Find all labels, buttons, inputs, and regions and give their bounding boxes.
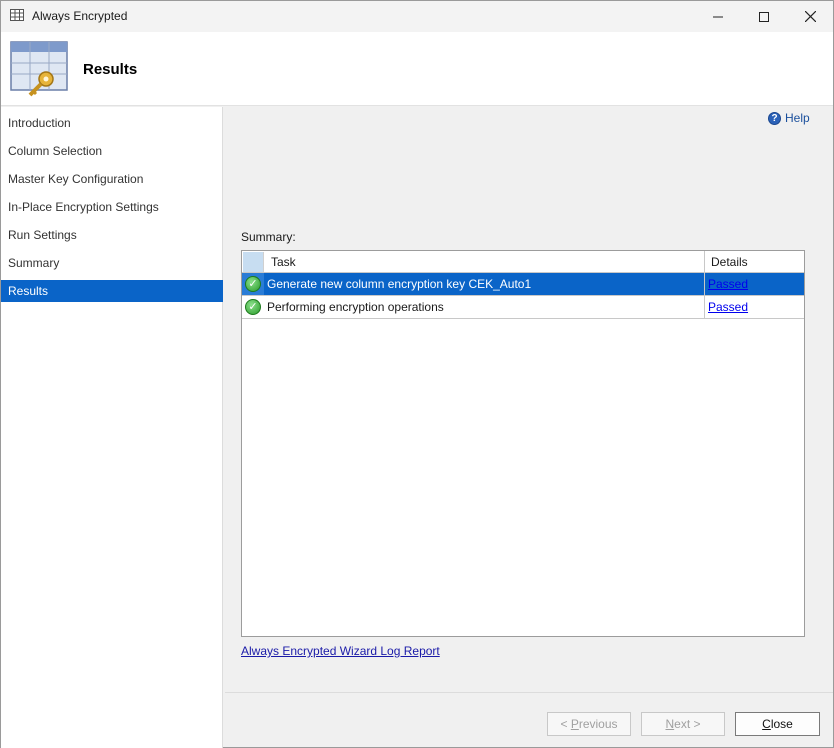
previous-button-accel: P — [570, 717, 579, 731]
nav-item-results[interactable]: Results — [1, 280, 223, 302]
next-button-label: ext > — [674, 717, 701, 731]
details-link[interactable]: Passed — [708, 300, 748, 314]
table-row[interactable]: ✓ Performing encryption operations Passe… — [242, 296, 804, 319]
nav-item-master-key-configuration[interactable]: Master Key Configuration — [1, 168, 223, 190]
page-title: Results — [83, 61, 138, 78]
results-grid[interactable]: Task Details ✓ Generate new column encry… — [241, 250, 805, 637]
content-panel: ? Help Summary: Task Details ✓ Generate … — [225, 107, 833, 692]
check-circle-icon: ✓ — [245, 276, 261, 292]
nav-item-run-settings[interactable]: Run Settings — [1, 224, 223, 246]
next-button-accel: N — [665, 717, 675, 731]
details-link[interactable]: Passed — [708, 277, 748, 291]
task-cell: Generate new column encryption key CEK_A… — [267, 277, 532, 291]
status-cell: ✓ — [242, 273, 264, 295]
close-button-label: lose — [770, 717, 793, 731]
help-label: Help — [785, 111, 810, 125]
column-divider[interactable] — [704, 251, 705, 273]
next-button[interactable]: Next > — [641, 712, 725, 736]
grid-header: Task Details — [242, 251, 804, 273]
header-banner: Results — [1, 32, 833, 106]
log-report-link[interactable]: Always Encrypted Wizard Log Report — [241, 644, 440, 658]
previous-button[interactable]: < Previous — [547, 712, 631, 736]
previous-button-label: revious — [578, 717, 618, 731]
status-cell: ✓ — [242, 296, 264, 318]
table-key-icon — [10, 9, 24, 21]
nav-item-summary[interactable]: Summary — [1, 252, 223, 274]
summary-label: Summary: — [241, 230, 296, 244]
help-icon: ? — [768, 111, 781, 125]
nav-item-in-place-encryption-settings[interactable]: In-Place Encryption Settings — [1, 196, 223, 218]
table-row[interactable]: ✓ Generate new column encryption key CEK… — [242, 273, 804, 296]
table-key-icon — [10, 41, 68, 97]
close-icon — [804, 11, 816, 22]
minimize-button[interactable] — [695, 1, 741, 32]
task-cell: Performing encryption operations — [267, 300, 444, 314]
column-header-details[interactable]: Details — [711, 255, 748, 269]
wizard-nav: Introduction Column Selection Master Key… — [1, 107, 223, 748]
wizard-window: Always Encrypted Results Introduction Co… — [0, 0, 834, 748]
close-button[interactable]: Close — [735, 712, 820, 736]
footer-divider — [225, 692, 833, 693]
close-window-button[interactable] — [787, 1, 833, 32]
column-header-task[interactable]: Task — [271, 255, 296, 269]
nav-item-introduction[interactable]: Introduction — [1, 112, 223, 134]
window-title: Always Encrypted — [32, 9, 128, 23]
maximize-icon — [759, 11, 769, 22]
minimize-icon — [713, 16, 723, 17]
check-circle-icon: ✓ — [245, 299, 261, 315]
grid-corner-cell — [243, 252, 264, 272]
help-link[interactable]: ? Help — [768, 111, 810, 125]
previous-button-prefix: < — [560, 717, 571, 731]
maximize-button[interactable] — [741, 1, 787, 32]
nav-item-column-selection[interactable]: Column Selection — [1, 140, 223, 162]
close-button-accel: C — [762, 717, 771, 731]
title-bar[interactable]: Always Encrypted — [1, 1, 833, 32]
